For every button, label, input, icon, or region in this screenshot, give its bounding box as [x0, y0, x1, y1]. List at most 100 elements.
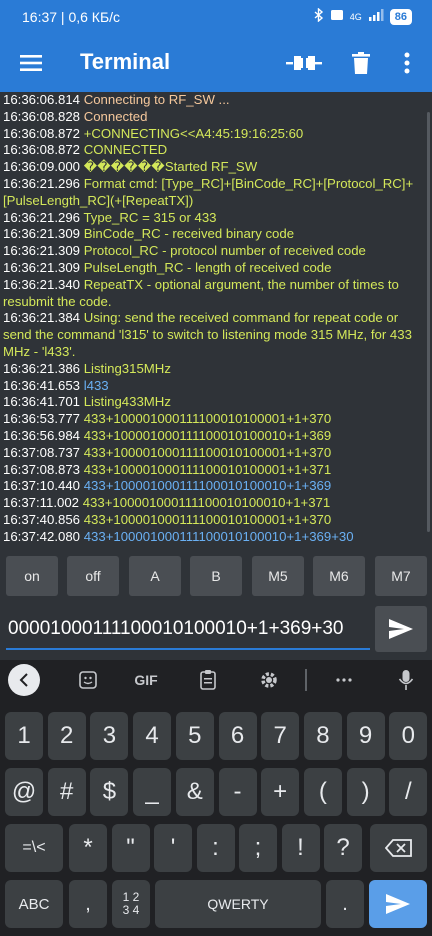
key-more-symbols[interactable]: =\< — [5, 824, 63, 872]
terminal-timestamp: 16:36:08.872 — [3, 125, 81, 141]
key-sym3-4[interactable]: : — [196, 824, 235, 872]
terminal-line: 16:36:09.000 ������Started RF_SW — [0, 159, 432, 176]
key-sym-9[interactable]: / — [389, 768, 428, 816]
terminal-timestamp: 16:36:21.384 — [3, 310, 81, 326]
key-4[interactable]: 5 — [175, 712, 214, 760]
terminal-timestamp: 16:36:06.814 — [3, 92, 81, 107]
key-sym-8[interactable]: ) — [346, 768, 385, 816]
key-sym-0[interactable]: @ — [5, 768, 43, 816]
terminal-timestamp: 16:37:42.080 — [3, 528, 81, 544]
terminal-timestamp: 16:36:41.701 — [3, 394, 81, 410]
terminal-timestamp: 16:36:08.828 — [3, 108, 81, 124]
terminal-timestamp: 16:36:21.309 — [3, 226, 81, 242]
key-5[interactable]: 6 — [218, 712, 257, 760]
key-sym3-5[interactable]: ; — [239, 824, 277, 872]
keyboard-back-icon[interactable] — [8, 664, 40, 696]
terminal-line: 16:37:10.440 433+10000100011110001010001… — [0, 478, 432, 495]
menu-icon[interactable] — [16, 48, 46, 78]
key-sym-3[interactable]: _ — [133, 768, 172, 816]
macro-button-m6[interactable]: M6 — [313, 556, 365, 596]
key-sym3-3[interactable]: ' — [154, 824, 192, 872]
status-bar: 16:37 | 0,6 КБ/с 4G 86 — [0, 0, 432, 34]
terminal-message: PulseLength_RC - length of received code — [83, 259, 332, 275]
toolbar-divider — [305, 669, 307, 691]
command-row — [0, 602, 432, 660]
terminal-message: 433+100001000111100010100010+1+371 — [82, 495, 331, 511]
sticker-icon[interactable] — [74, 666, 102, 694]
microphone-icon[interactable] — [392, 666, 420, 694]
key-sym-2[interactable]: $ — [90, 768, 129, 816]
signal-icon — [368, 9, 384, 24]
key-0[interactable]: 1 — [5, 712, 43, 760]
terminal-line: 16:37:08.737 433+10000100011110001010000… — [0, 445, 432, 462]
terminal-line: 16:36:21.384 Using: send the received co… — [0, 310, 432, 360]
key-sym3-2[interactable]: " — [111, 824, 150, 872]
terminal-scrollbar[interactable] — [427, 112, 430, 532]
abc-key[interactable]: ABC — [5, 880, 63, 928]
comma-key[interactable]: , — [69, 880, 107, 928]
macro-button-b[interactable]: B — [190, 556, 242, 596]
network-type: 4G — [349, 11, 362, 22]
keyboard-toolbar: GIF — [0, 660, 432, 700]
status-icons: 4G 86 — [314, 7, 412, 25]
terminal-timestamp: 16:37:08.873 — [3, 461, 81, 477]
settings-icon[interactable] — [255, 666, 283, 694]
more-options-icon[interactable] — [392, 48, 422, 78]
macro-button-off[interactable]: off — [67, 556, 119, 596]
terminal-message: 433+100001000111100010100001+1+370 — [83, 511, 332, 527]
numpad-key[interactable]: 1 23 4 — [112, 880, 150, 928]
key-sym3-1[interactable]: * — [69, 824, 107, 872]
key-7[interactable]: 8 — [303, 712, 342, 760]
clipboard-icon[interactable] — [194, 666, 222, 694]
macro-button-a[interactable]: A — [129, 556, 181, 596]
key-2[interactable]: 3 — [90, 712, 129, 760]
terminal-timestamp: 16:36:21.296 — [3, 175, 81, 191]
key-1[interactable]: 2 — [47, 712, 86, 760]
key-sym-6[interactable]: + — [261, 768, 300, 816]
terminal-timestamp: 16:36:41.653 — [3, 377, 81, 393]
terminal-message: 433+100001000111100010100001+1+371 — [83, 461, 332, 477]
more-icon[interactable] — [330, 666, 358, 694]
send-icon — [386, 894, 410, 914]
key-sym-5[interactable]: - — [218, 768, 257, 816]
terminal-timestamp: 16:37:40.856 — [3, 511, 81, 527]
terminal-line: 16:36:21.309 PulseLength_RC - length of … — [0, 260, 432, 277]
key-sym3-7[interactable]: ? — [324, 824, 362, 872]
terminal-message: ������Started RF_SW — [83, 159, 258, 175]
connect-icon[interactable] — [286, 48, 322, 78]
numpad-label-2: 3 4 — [122, 903, 140, 917]
delete-icon[interactable] — [346, 48, 376, 78]
command-input[interactable] — [6, 610, 370, 650]
terminal-message: Listing315MHz — [83, 360, 171, 376]
terminal-timestamp: 16:36:21.340 — [3, 276, 81, 292]
terminal-timestamp: 16:37:11.002 — [3, 495, 80, 511]
terminal-timestamp: 16:36:09.000 — [3, 159, 81, 175]
macro-button-on[interactable]: on — [6, 556, 58, 596]
macro-button-m7[interactable]: M7 — [375, 556, 427, 596]
send-button[interactable] — [375, 606, 427, 652]
terminal-line: 16:36:41.653 l433 — [0, 378, 432, 395]
terminal-line: 16:37:42.080 433+10000100011110001010001… — [0, 529, 432, 546]
key-sym-1[interactable]: # — [47, 768, 86, 816]
terminal-line: 16:36:08.828 Connected — [0, 109, 432, 126]
key-sym3-6[interactable]: ! — [281, 824, 320, 872]
gif-button[interactable]: GIF — [128, 666, 164, 694]
key-3[interactable]: 4 — [133, 712, 172, 760]
backspace-icon — [384, 839, 412, 857]
key-sym-4[interactable]: & — [175, 768, 214, 816]
key-sym-7[interactable]: ( — [303, 768, 342, 816]
terminal-message: 433+100001000111100010100010+1+369 — [83, 427, 332, 443]
enter-key[interactable] — [369, 880, 427, 928]
period-key[interactable]: . — [326, 880, 364, 928]
terminal-output[interactable]: 16:36:06.814 Connecting to RF_SW ... 16:3… — [0, 92, 432, 552]
key-6[interactable]: 7 — [261, 712, 300, 760]
key-8[interactable]: 9 — [346, 712, 385, 760]
key-9[interactable]: 0 — [389, 712, 428, 760]
terminal-line: 16:37:11.002 433+10000100011110001010001… — [0, 495, 432, 512]
app-bar: Terminal — [0, 34, 432, 92]
macro-button-m5[interactable]: M5 — [252, 556, 304, 596]
backspace-key[interactable] — [370, 824, 427, 872]
space-key[interactable]: QWERTY — [155, 880, 321, 928]
battery-icon: 86 — [389, 8, 412, 25]
terminal-message: +CONNECTING<<A4:45:19:16:25:60 — [83, 125, 304, 141]
